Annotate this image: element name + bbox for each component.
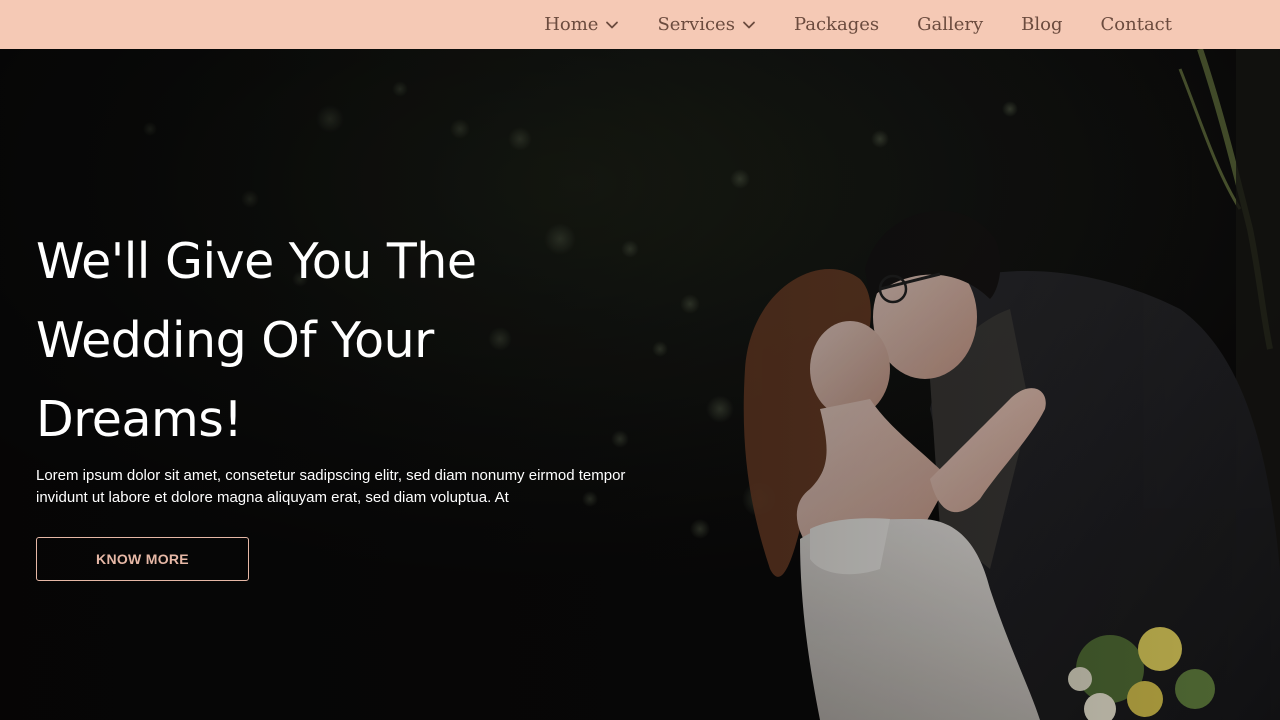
nav-item-label: Contact [1100, 14, 1172, 35]
nav-item-services[interactable]: Services [657, 14, 755, 35]
nav-item-label: Home [544, 14, 599, 35]
chevron-down-icon [606, 21, 619, 28]
nav-item-home[interactable]: Home [544, 14, 619, 35]
nav-item-label: Services [657, 14, 735, 35]
hero-description: Lorem ipsum dolor sit amet, consetetur s… [36, 467, 626, 506]
chevron-down-icon [743, 21, 755, 28]
top-navigation-bar: Home Services Packages Gallery Blog Cont… [0, 0, 1280, 49]
hero-section: We'll Give You The Wedding Of Your Dream… [0, 49, 1280, 720]
nav-item-label: Gallery [917, 14, 984, 35]
nav-item-label: Packages [793, 14, 880, 35]
nav-item-contact[interactable]: Contact [1101, 14, 1172, 35]
nav-item-gallery[interactable]: Gallery [917, 14, 983, 35]
know-more-button[interactable]: KNOW MORE [36, 537, 249, 581]
nav-item-packages[interactable]: Packages [794, 14, 879, 35]
hero-content: We'll Give You The Wedding Of Your Dream… [36, 222, 656, 581]
nav-item-blog[interactable]: Blog [1021, 14, 1062, 35]
nav-item-label: Blog [1021, 14, 1063, 35]
hero-title: We'll Give You The Wedding Of Your Dream… [36, 233, 477, 448]
